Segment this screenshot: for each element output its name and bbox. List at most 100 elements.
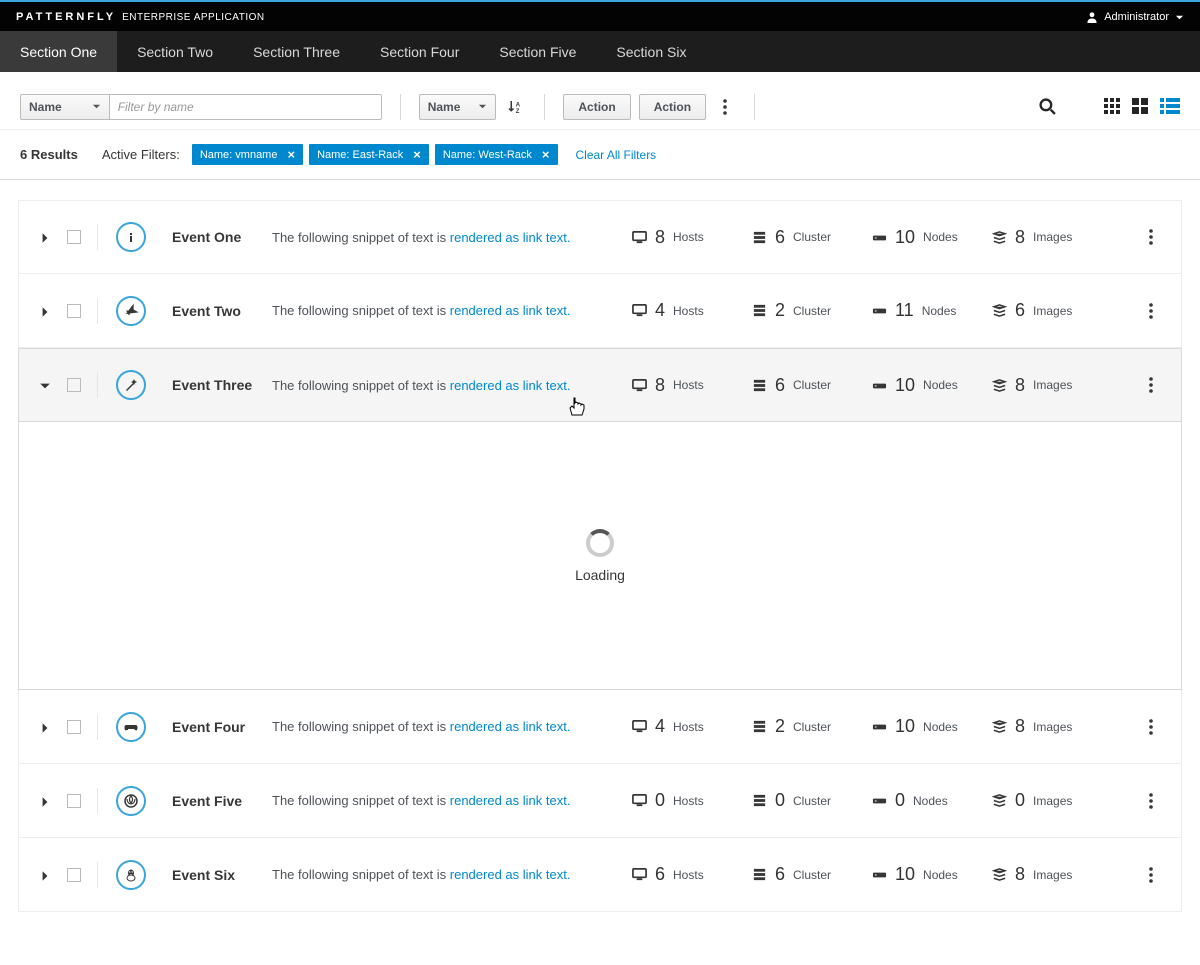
row-link[interactable]: rendered as link text. (450, 230, 571, 245)
list-row[interactable]: Event TwoThe following snippet of text i… (18, 274, 1182, 348)
sort-attribute-dropdown[interactable]: Name (419, 94, 497, 120)
row-link[interactable]: rendered as link text. (450, 867, 571, 882)
row-checkbox[interactable] (67, 378, 81, 392)
row-title: Event Four (172, 719, 272, 735)
expand-toggle[interactable] (39, 720, 53, 734)
nav-tab-1[interactable]: Section Two (117, 31, 233, 72)
metric-images: 8Images (992, 227, 1077, 248)
row-link[interactable]: rendered as link text. (450, 719, 571, 734)
hosts-icon (632, 867, 647, 882)
user-menu[interactable]: Administrator (1086, 11, 1184, 23)
view-tiles-button[interactable] (1104, 97, 1124, 117)
images-icon (992, 719, 1007, 734)
filter-attribute-dropdown[interactable]: Name (20, 94, 110, 120)
clear-all-filters[interactable]: Clear All Filters (576, 148, 657, 162)
metric-cluster: 0Cluster (752, 790, 837, 811)
brand-sub: ENTERPRISE APPLICATION (122, 12, 265, 23)
action-button-1[interactable]: Action (563, 94, 630, 120)
remove-chip-icon[interactable]: × (287, 147, 295, 162)
nodes-icon (872, 303, 887, 318)
hosts-icon (632, 793, 647, 808)
chevron-down-icon (1175, 13, 1184, 22)
hosts-icon (632, 719, 647, 734)
cluster-icon (752, 230, 767, 245)
nav-tab-3[interactable]: Section Four (360, 31, 479, 72)
toolbar-kebab[interactable] (714, 94, 736, 120)
remove-chip-icon[interactable]: × (413, 147, 421, 162)
expand-toggle[interactable] (39, 304, 53, 318)
cluster-icon (752, 303, 767, 318)
action-button-2[interactable]: Action (639, 94, 706, 120)
nodes-icon (872, 793, 887, 808)
row-checkbox[interactable] (67, 868, 81, 882)
images-icon (992, 303, 1007, 318)
row-link[interactable]: rendered as link text. (450, 793, 571, 808)
list-row[interactable]: Event SixThe following snippet of text i… (18, 838, 1182, 912)
list-view: Event OneThe following snippet of text i… (0, 180, 1200, 952)
kebab-icon (1149, 719, 1153, 735)
row-type-icon (116, 296, 146, 326)
images-icon (992, 793, 1007, 808)
list-icon (1160, 97, 1180, 115)
user-label: Administrator (1104, 11, 1169, 23)
row-description: The following snippet of text is rendere… (272, 867, 612, 882)
hosts-icon (632, 303, 647, 318)
view-cards-button[interactable] (1132, 97, 1152, 117)
images-icon (992, 378, 1007, 393)
nodes-icon (872, 230, 887, 245)
row-description: The following snippet of text is rendere… (272, 230, 612, 245)
sort-alpha-button[interactable]: AZ (504, 94, 526, 120)
hosts-icon (632, 230, 647, 245)
row-kebab[interactable] (1149, 229, 1169, 245)
row-checkbox[interactable] (67, 304, 81, 318)
metric-cluster: 6Cluster (752, 864, 837, 885)
row-link[interactable]: rendered as link text. (450, 303, 571, 318)
spinner-icon (586, 529, 614, 557)
expand-toggle[interactable] (39, 794, 53, 808)
kebab-icon (1149, 793, 1153, 809)
metric-images: 6Images (992, 300, 1077, 321)
filter-input[interactable] (110, 94, 382, 120)
cluster-icon (752, 719, 767, 734)
list-row[interactable]: Event OneThe following snippet of text i… (18, 200, 1182, 274)
metric-hosts: 4Hosts (632, 300, 717, 321)
expand-toggle[interactable] (39, 868, 53, 882)
list-row[interactable]: Event ThreeThe following snippet of text… (18, 348, 1182, 422)
chevron-down-icon (478, 102, 487, 111)
find-button[interactable] (1036, 94, 1058, 120)
nav-tab-5[interactable]: Section Six (596, 31, 706, 72)
metric-images: 0Images (992, 790, 1077, 811)
row-title: Event Five (172, 793, 272, 809)
nav-tab-0[interactable]: Section One (0, 31, 117, 72)
chevron-down-icon (92, 102, 101, 111)
row-checkbox[interactable] (67, 720, 81, 734)
nav-tab-2[interactable]: Section Three (233, 31, 360, 72)
cluster-icon (752, 378, 767, 393)
row-kebab[interactable] (1149, 867, 1169, 883)
grid-large-icon (1132, 97, 1150, 115)
row-checkbox[interactable] (67, 230, 81, 244)
nav-tab-4[interactable]: Section Five (479, 31, 596, 72)
metric-cluster: 2Cluster (752, 300, 837, 321)
remove-chip-icon[interactable]: × (542, 147, 550, 162)
kebab-icon (1149, 377, 1153, 393)
masthead: PATTERNFLY ENTERPRISE APPLICATION Admini… (0, 3, 1200, 31)
row-kebab[interactable] (1149, 719, 1169, 735)
row-kebab[interactable] (1149, 793, 1169, 809)
view-list-button[interactable] (1160, 97, 1180, 117)
row-title: Event One (172, 229, 272, 245)
row-description: The following snippet of text is rendere… (272, 793, 612, 808)
row-checkbox[interactable] (67, 794, 81, 808)
row-type-icon (116, 370, 146, 400)
list-row[interactable]: Event FourThe following snippet of text … (18, 690, 1182, 764)
expand-toggle[interactable] (39, 230, 53, 244)
row-title: Event Two (172, 303, 272, 319)
row-kebab[interactable] (1149, 377, 1169, 393)
row-link[interactable]: rendered as link text. (450, 378, 571, 393)
results-count: 6 Results (20, 147, 78, 162)
list-row[interactable]: Event FiveThe following snippet of text … (18, 764, 1182, 838)
cluster-icon (752, 793, 767, 808)
sort-alpha-icon: AZ (506, 98, 524, 116)
expand-toggle[interactable] (39, 378, 53, 392)
row-kebab[interactable] (1149, 303, 1169, 319)
